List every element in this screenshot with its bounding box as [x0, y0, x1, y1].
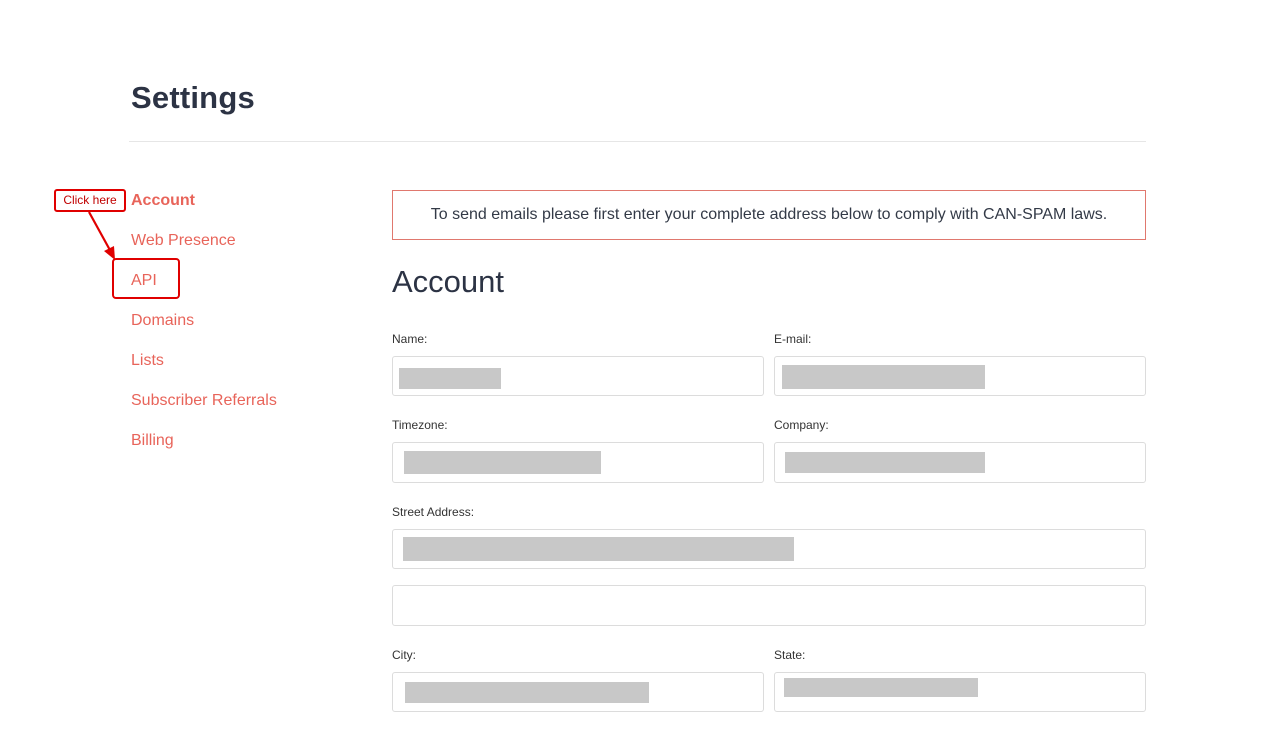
name-label: Name:	[392, 332, 428, 346]
name-input[interactable]	[392, 356, 764, 396]
redacted-value	[404, 451, 601, 474]
email-input[interactable]	[774, 356, 1146, 396]
company-label: Company:	[774, 418, 829, 432]
street-address-line1-input[interactable]	[392, 529, 1146, 569]
redacted-value	[785, 452, 985, 473]
redacted-value	[403, 537, 794, 561]
can-spam-notice: To send emails please first enter your c…	[392, 190, 1146, 240]
state-input[interactable]	[774, 672, 1146, 712]
street-address-label: Street Address:	[392, 505, 475, 519]
timezone-select[interactable]	[392, 442, 764, 483]
settings-page: Settings Account Web Presence API Domain…	[0, 0, 1271, 736]
redacted-value	[399, 368, 501, 389]
city-input[interactable]	[392, 672, 764, 712]
section-title: Account	[392, 264, 505, 299]
state-label: State:	[774, 648, 806, 662]
city-label: City:	[392, 648, 416, 662]
annotation-highlight-box	[112, 258, 180, 299]
redacted-value	[782, 365, 985, 389]
company-input[interactable]	[774, 442, 1146, 483]
email-label: E-mail:	[774, 332, 812, 346]
street-address-line2-input[interactable]	[392, 585, 1146, 626]
redacted-value	[405, 682, 649, 703]
annotation-callout: Click here	[54, 189, 126, 212]
timezone-label: Timezone:	[392, 418, 448, 432]
redacted-value	[784, 678, 978, 697]
